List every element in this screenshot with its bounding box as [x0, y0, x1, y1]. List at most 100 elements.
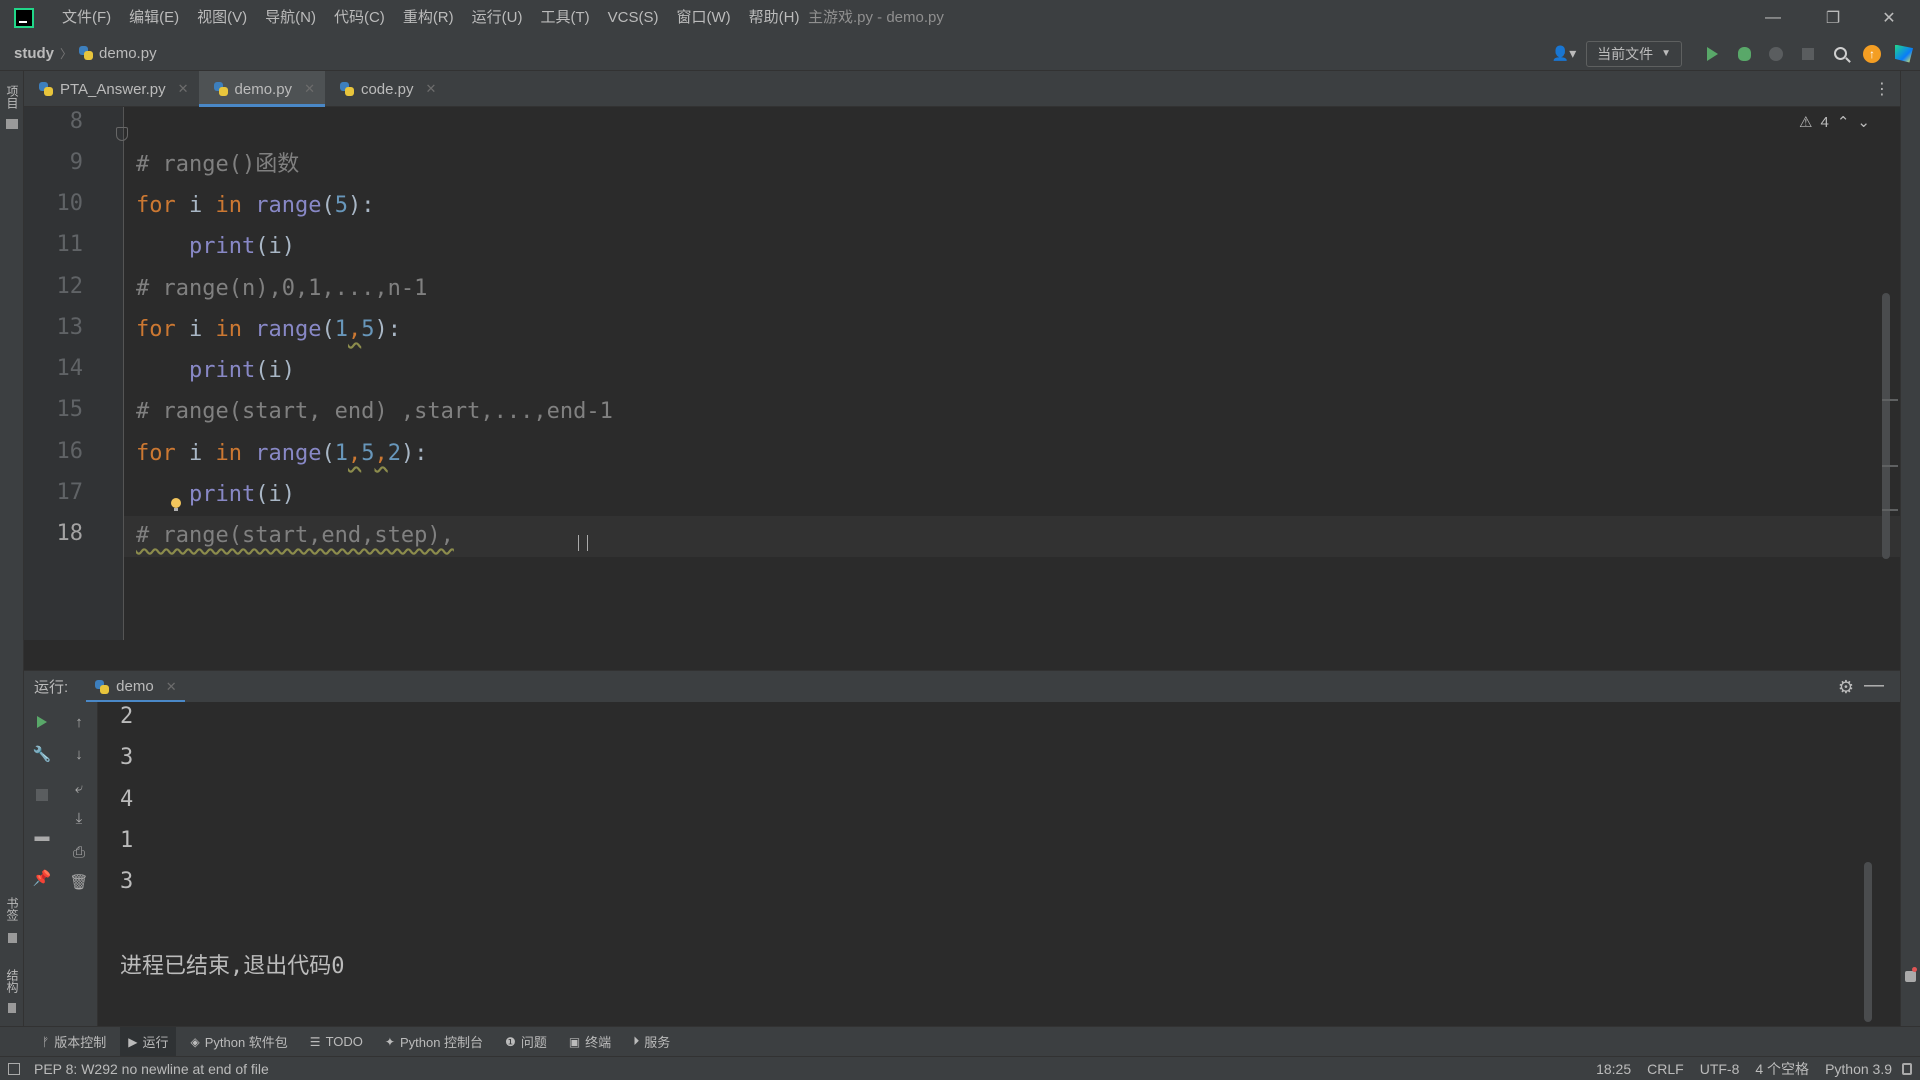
tool-tab-python-console[interactable]: ✦ Python 控制台 [377, 1027, 491, 1057]
tab-code[interactable]: code.py ✕ [325, 71, 446, 107]
tool-tab-version-control[interactable]: ᚠ 版本控制 [34, 1027, 114, 1057]
bookmarks-tool-button[interactable]: 书签 [3, 897, 21, 921]
tool-tab-services[interactable]: ⏵ 服务 [625, 1027, 678, 1057]
inspection-widget[interactable]: ⚠ 4 ⌃ ⌄ [1799, 113, 1870, 132]
chevron-down-icon: ▼ [1661, 48, 1671, 59]
left-tool-strip: 项目 书签 结构 [0, 71, 24, 1026]
output-line: 3 [120, 869, 134, 894]
coverage-button[interactable] [1760, 36, 1792, 71]
debug-button[interactable] [1728, 36, 1760, 71]
python-icon: ✦ [384, 1034, 395, 1049]
menu-vcs[interactable]: VCS(S) [600, 0, 667, 36]
tab-pta-answer[interactable]: PTA_Answer.py ✕ [24, 71, 199, 107]
restore-icon: ❐ [1825, 10, 1841, 27]
menu-run[interactable]: 运行(U) [464, 0, 531, 36]
menu-edit[interactable]: 编辑(E) [121, 0, 187, 36]
line-number: 14 [56, 356, 84, 381]
tool-tab-label: 终端 [585, 1035, 612, 1050]
lock-icon[interactable] [1902, 1063, 1912, 1075]
notifications-icon[interactable] [1905, 971, 1916, 982]
menu-refactor[interactable]: 重构(R) [395, 0, 462, 36]
pin-icon: 📌 [32, 870, 52, 887]
tool-tab-problems[interactable]: ❶ 问题 [497, 1027, 555, 1057]
structure-tool-button[interactable]: 结构 [3, 969, 21, 993]
more-tabs-icon[interactable]: ⋮ [1874, 79, 1890, 99]
tab-demo[interactable]: demo.py ✕ [198, 71, 326, 107]
output-line: 3 [120, 745, 134, 770]
code-editor[interactable]: 8 9 10 11 12 13 14 15 16 17 18 # range()… [24, 107, 1900, 640]
minimize-button[interactable]: — [1750, 0, 1796, 36]
breadcrumb-project[interactable]: study [14, 45, 54, 62]
soft-wrap-button[interactable]: ⤶ [69, 778, 89, 798]
run-tab-demo[interactable]: demo ✕ [86, 671, 186, 703]
run-config-select[interactable]: 当前文件 ▼ [1586, 40, 1682, 67]
print-button[interactable]: ⎙ [69, 842, 89, 862]
close-window-button[interactable]: ✕ [1866, 0, 1912, 36]
run-toolbar-secondary: ↑ ↓ ⤶ ⤓ ⎙ 🗑 [60, 702, 98, 1026]
menu-navigate[interactable]: 导航(N) [257, 0, 324, 36]
rerun-button[interactable] [32, 712, 52, 732]
tool-window-toggle-icon[interactable] [8, 1063, 20, 1075]
rerun-icon [37, 716, 47, 728]
menu-help[interactable]: 帮助(H) [741, 0, 808, 36]
modify-config-button[interactable]: 🔧 [32, 744, 52, 764]
close-tab-icon[interactable]: ✕ [166, 679, 177, 695]
tool-tab-todo[interactable]: ☰ TODO [302, 1027, 371, 1057]
menu-file[interactable]: 文件(F) [54, 0, 119, 36]
tool-tab-python-packages[interactable]: ◈ Python 软件包 [182, 1027, 295, 1057]
user-button[interactable]: 👤▾ [1542, 36, 1586, 71]
scroll-up-button[interactable]: ↑ [69, 712, 89, 732]
menu-tools[interactable]: 工具(T) [532, 0, 597, 36]
tool-tab-terminal[interactable]: ▣ 终端 [561, 1027, 619, 1057]
clear-output-button[interactable]: 🗑 [69, 872, 89, 892]
gear-icon[interactable]: ⚙ [1838, 677, 1854, 698]
tab-label: code.py [360, 80, 414, 98]
caret-position[interactable]: 18:25 [1596, 1061, 1631, 1077]
close-tab-icon[interactable]: ✕ [178, 81, 189, 97]
restore-button[interactable]: ❐ [1810, 0, 1856, 36]
search-icon [1833, 47, 1847, 60]
arrow-down-icon: ↓ [75, 745, 83, 763]
indent-setting[interactable]: 4 个空格 [1755, 1059, 1809, 1079]
scroll-to-end-button[interactable]: ⤓ [69, 808, 89, 828]
layout-button[interactable]: ▬ [32, 826, 52, 846]
console-output[interactable]: 2 3 4 1 3 进程已结束,退出代码0 [98, 702, 1880, 1026]
python-interpreter[interactable]: Python 3.9 [1825, 1061, 1892, 1077]
stop-button[interactable] [1792, 36, 1824, 71]
fold-marker-icon[interactable] [116, 127, 128, 141]
text-cursor-icon [578, 535, 588, 551]
menu-window[interactable]: 窗口(W) [668, 0, 738, 36]
jetbrains-button[interactable] [1888, 36, 1920, 71]
pin-tab-button[interactable]: 📌 [32, 868, 52, 888]
warning-icon: ⚠ [1799, 114, 1813, 131]
scroll-down-button[interactable]: ↓ [69, 744, 89, 764]
hide-panel-icon[interactable]: — [1864, 674, 1884, 697]
tool-tab-run[interactable]: ▶ 运行 [120, 1026, 177, 1057]
line-number: 17 [56, 480, 84, 505]
breadcrumb-separator-icon: 〉 [60, 46, 73, 61]
chevron-up-icon[interactable]: ⌃ [1837, 113, 1850, 131]
close-tab-icon[interactable]: ✕ [426, 81, 437, 97]
code-line-15: # range(start, end) ,start,...,end-1 [136, 399, 613, 424]
updates-button[interactable]: ↑ [1856, 36, 1888, 71]
search-everywhere-button[interactable] [1824, 36, 1856, 71]
console-scrollbar[interactable] [1864, 862, 1872, 1022]
error-stripe-marker[interactable] [1882, 465, 1898, 467]
breadcrumb-file[interactable]: demo.py [78, 45, 157, 62]
close-tab-icon[interactable]: ✕ [304, 81, 315, 97]
error-stripe-marker[interactable] [1882, 399, 1898, 401]
file-encoding[interactable]: UTF-8 [1700, 1061, 1740, 1077]
stop-run-button[interactable] [32, 785, 52, 805]
menu-view[interactable]: 视图(V) [189, 0, 255, 36]
editor-scrollbar[interactable] [1882, 293, 1890, 559]
error-stripe-marker[interactable] [1882, 509, 1898, 511]
chevron-down-icon[interactable]: ⌄ [1857, 113, 1870, 131]
status-message[interactable]: PEP 8: W292 no newline at end of file [34, 1061, 269, 1077]
run-button[interactable] [1696, 36, 1728, 71]
project-tool-button[interactable]: 项目 [3, 85, 21, 109]
tab-label: demo.py [234, 80, 293, 98]
line-number-current: 18 [56, 521, 84, 546]
window-title: 主游戏.py - demo.py [808, 9, 944, 26]
menu-code[interactable]: 代码(C) [326, 0, 393, 36]
line-separator[interactable]: CRLF [1647, 1061, 1684, 1077]
